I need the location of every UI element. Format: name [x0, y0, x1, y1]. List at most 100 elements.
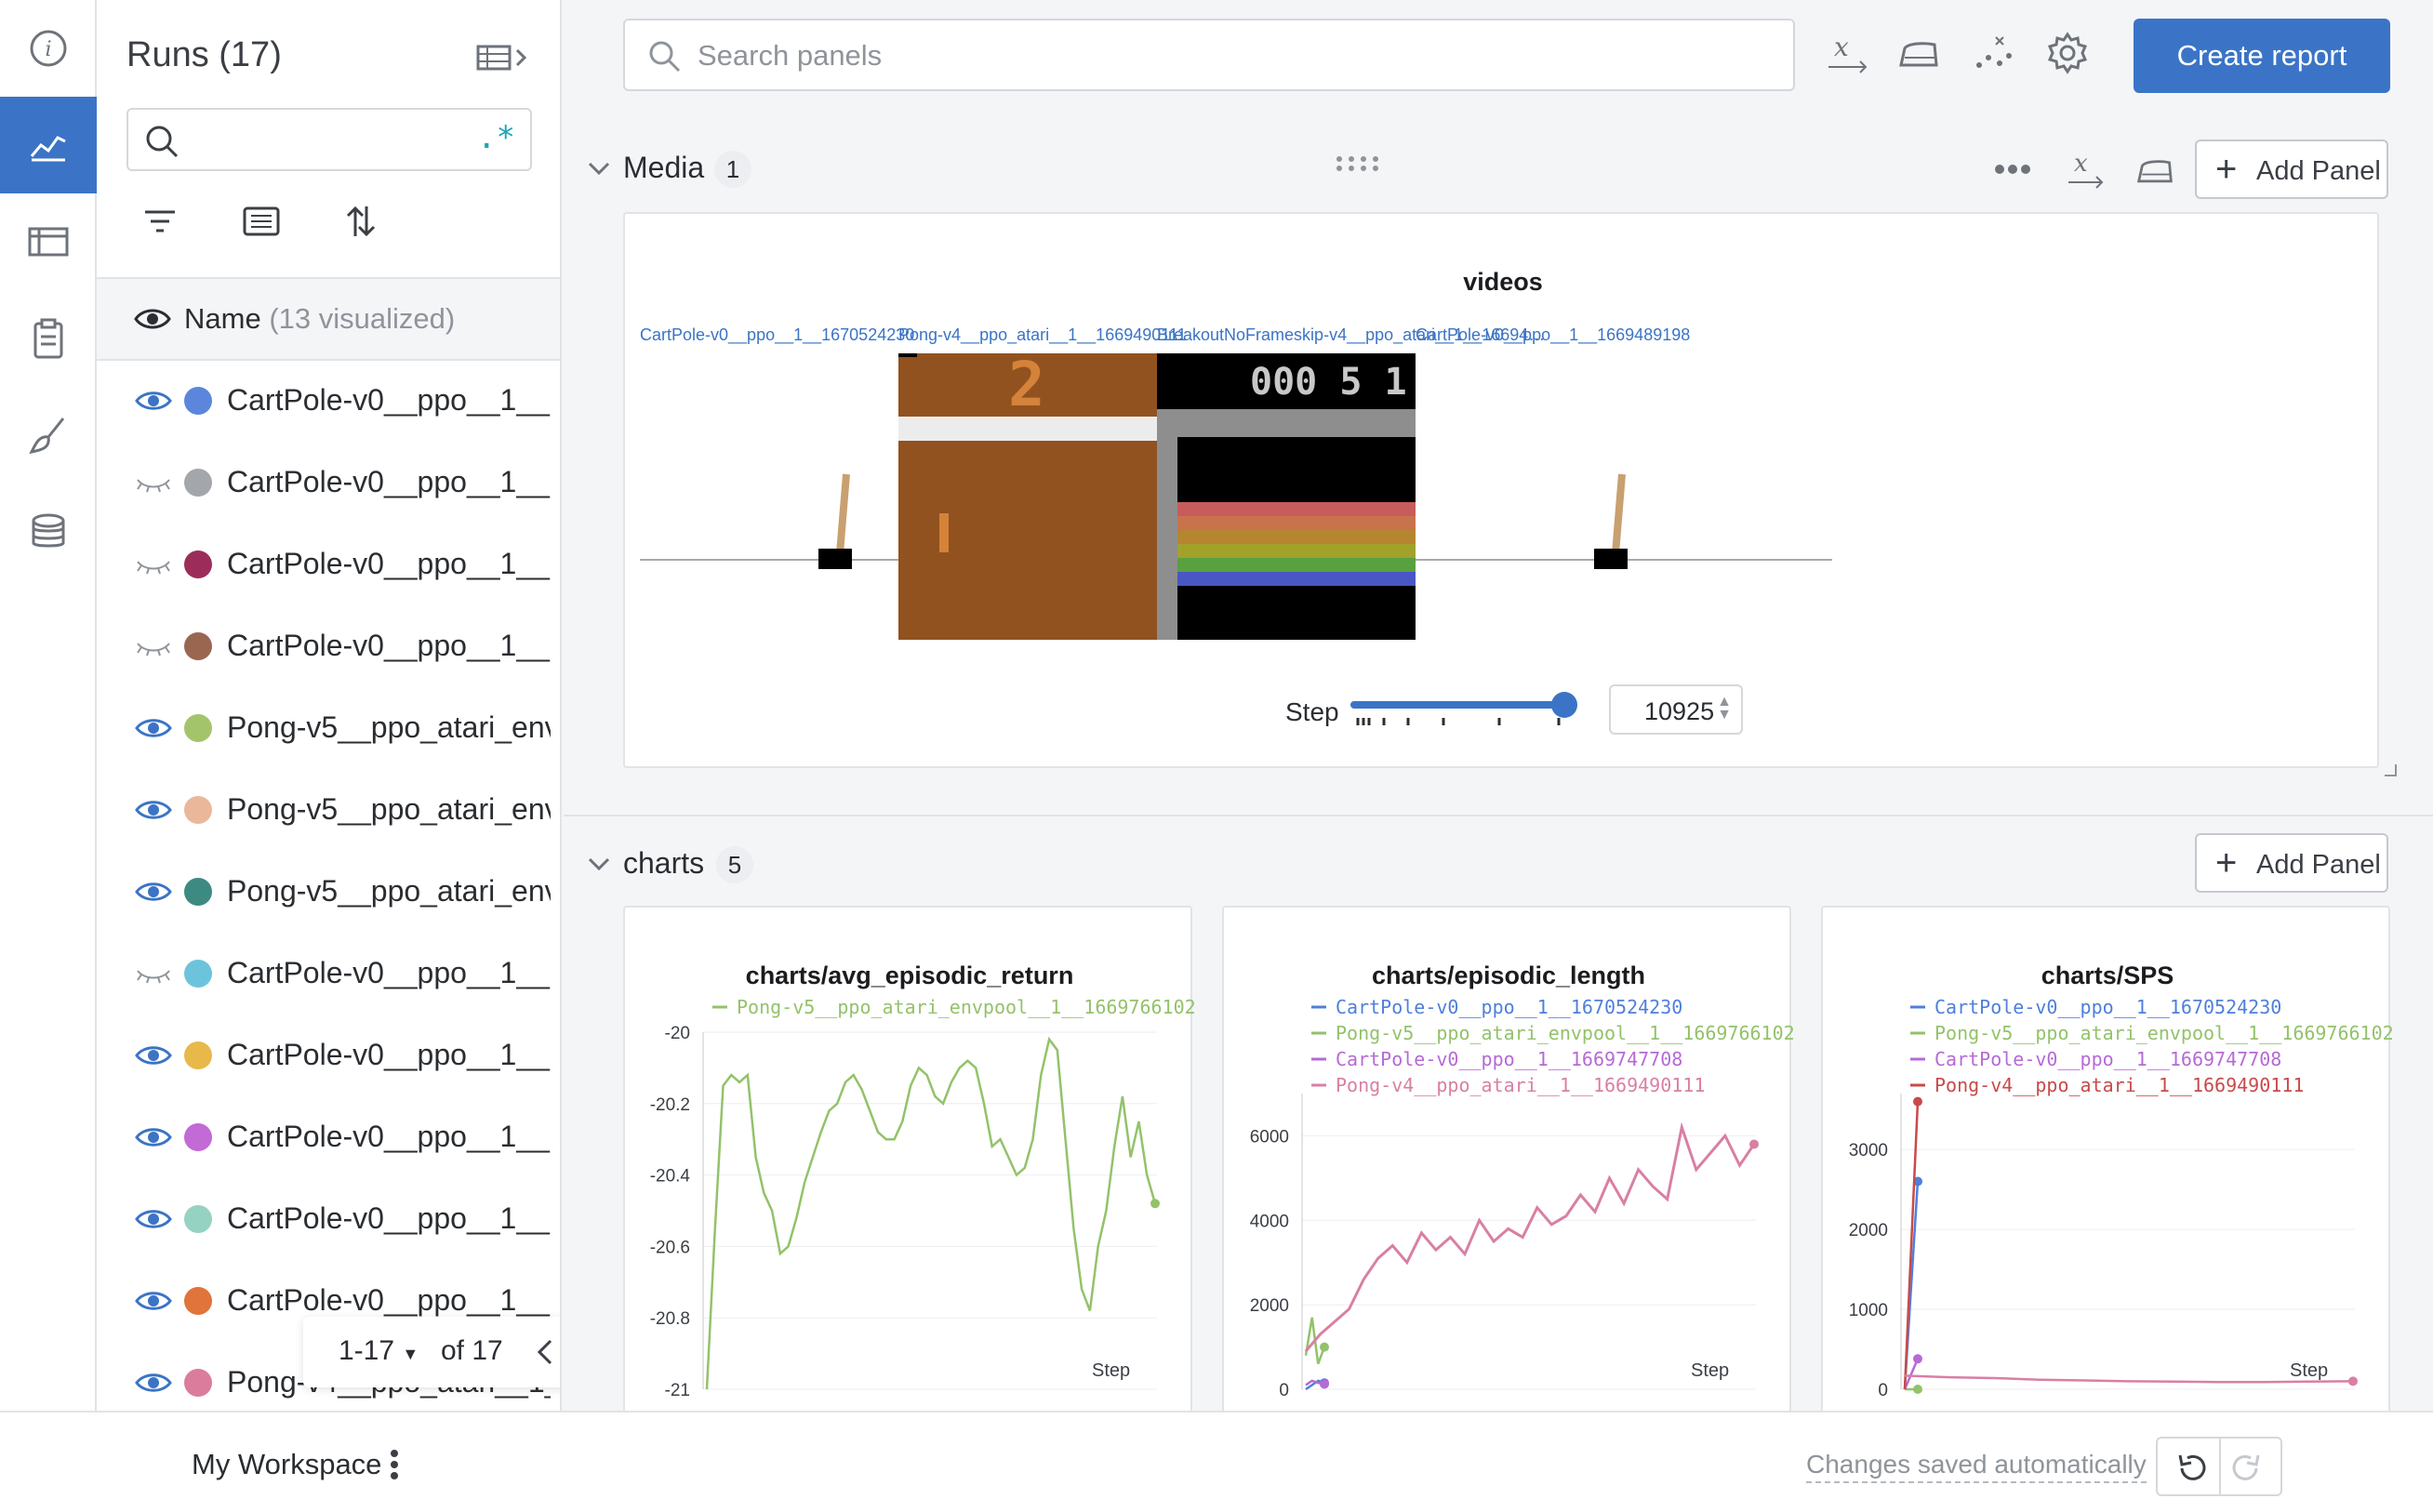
- eye-closed-icon[interactable]: [134, 550, 173, 578]
- eye-icon[interactable]: [134, 878, 173, 906]
- filter-button[interactable]: [141, 203, 179, 245]
- run-color-swatch[interactable]: [184, 1369, 212, 1397]
- chart-title: charts/episodic_length: [1372, 962, 1645, 989]
- outliers-button[interactable]: [1972, 32, 2014, 79]
- expand-runs-table-button[interactable]: [476, 39, 530, 81]
- run-color-swatch[interactable]: [184, 1123, 212, 1151]
- eye-icon[interactable]: [134, 1287, 173, 1315]
- charts-view-button[interactable]: [0, 97, 97, 193]
- run-color-swatch[interactable]: [184, 960, 212, 988]
- create-report-button[interactable]: Create report: [2134, 19, 2390, 93]
- chart-title: charts/SPS: [2041, 962, 2174, 989]
- resize-handle-icon[interactable]: [2381, 761, 2400, 779]
- run-color-swatch[interactable]: [184, 878, 212, 906]
- info-button[interactable]: i: [0, 0, 97, 97]
- run-color-swatch[interactable]: [184, 1205, 212, 1233]
- sweeps-button[interactable]: [0, 387, 97, 484]
- prev-page-icon[interactable]: [532, 1335, 560, 1369]
- search-panels-input[interactable]: [698, 37, 1758, 74]
- run-color-swatch[interactable]: [184, 1287, 212, 1315]
- stepper-arrows-icon[interactable]: ▲ ▼: [1717, 695, 1732, 723]
- x-axis-icon[interactable]: x: [2065, 149, 2107, 192]
- group-list-icon: [243, 206, 280, 236]
- add-panel-button[interactable]: + Add Panel: [2195, 139, 2388, 199]
- run-row[interactable]: Pong-v5__ppo_atari_env: [97, 688, 560, 770]
- videos-panel: videos CartPole-v0__ppo__1__1670524230 Po…: [623, 212, 2397, 776]
- run-color-swatch[interactable]: [184, 550, 212, 578]
- group-button[interactable]: [242, 203, 281, 245]
- section-title[interactable]: Media: [623, 151, 704, 185]
- run-color-swatch[interactable]: [184, 714, 212, 742]
- run-row[interactable]: CartPole-v0__ppo__1__1: [97, 524, 560, 606]
- eye-icon[interactable]: [134, 1205, 173, 1233]
- chart-panel[interactable]: charts/avg_episodic_return Pong-v5__ppo_a…: [623, 906, 1194, 1426]
- smoothing-button[interactable]: [1897, 32, 1940, 79]
- eye-icon[interactable]: [134, 1041, 173, 1069]
- y-tick-label: 2000: [1849, 1221, 1888, 1240]
- series-line: [1304, 1121, 1756, 1353]
- run-row[interactable]: CartPole-v0__ppo__1__1: [97, 361, 560, 443]
- page-range-select[interactable]: 1-17 ▼: [339, 1335, 419, 1367]
- run-row[interactable]: CartPole-v0__ppo__1__1: [97, 1097, 560, 1179]
- eye-icon[interactable]: [134, 796, 173, 824]
- eye-icon[interactable]: [134, 714, 173, 742]
- chevron-down-icon[interactable]: [586, 160, 612, 179]
- chart-panel[interactable]: charts/episodic_length CartPole-v0__ppo__…: [1222, 906, 1793, 1426]
- step-number-input[interactable]: 10925 ▲ ▼: [1609, 684, 1743, 735]
- run-row[interactable]: CartPole-v0__ppo__1__1: [97, 1179, 560, 1261]
- drag-handle-icon[interactable]: [1336, 154, 1384, 173]
- video-frame[interactable]: [1416, 353, 1832, 640]
- eye-closed-icon[interactable]: [134, 469, 173, 497]
- reports-button[interactable]: [0, 290, 97, 387]
- redo-icon[interactable]: [2228, 1450, 2266, 1487]
- y-tick-label: 1000: [1849, 1301, 1888, 1320]
- eye-icon[interactable]: [134, 305, 171, 333]
- run-color-swatch[interactable]: [184, 632, 212, 660]
- table-view-button[interactable]: [0, 193, 97, 290]
- runs-search-input[interactable]: .*: [126, 108, 532, 171]
- y-tick-label: 2000: [1250, 1296, 1289, 1316]
- video-run-label[interactable]: CartPole-v0__ppo__1__1669489198: [1416, 325, 1832, 345]
- run-row[interactable]: Pong-v5__ppo_atari_env: [97, 770, 560, 852]
- workspace-settings-button[interactable]: [2046, 32, 2089, 79]
- iron-icon[interactable]: [2135, 151, 2174, 190]
- filter-icon: [145, 210, 175, 232]
- eye-closed-icon[interactable]: [134, 632, 173, 660]
- eye-icon[interactable]: [134, 1123, 173, 1151]
- eye-icon[interactable]: [134, 1369, 173, 1397]
- run-row[interactable]: CartPole-v0__ppo__1__1: [97, 934, 560, 1015]
- run-row[interactable]: CartPole-v0__ppo__1__1: [97, 606, 560, 688]
- run-name: Pong-v5__ppo_atari_env: [227, 710, 551, 744]
- line-chart: charts/episodic_length CartPole-v0__ppo__…: [1250, 962, 1793, 1400]
- eye-closed-icon[interactable]: [134, 960, 173, 988]
- step-label: Step: [1285, 697, 1339, 726]
- run-row[interactable]: CartPole-v0__ppo__1__1: [97, 443, 560, 524]
- kebab-menu-icon[interactable]: [387, 1446, 402, 1483]
- chevron-down-icon[interactable]: [586, 855, 612, 874]
- undo-icon[interactable]: [2173, 1450, 2210, 1487]
- workspace-name[interactable]: My Workspace: [192, 1448, 381, 1481]
- run-color-swatch[interactable]: [184, 387, 212, 415]
- name-column-header[interactable]: Name (13 visualized): [184, 302, 455, 336]
- add-panel-button[interactable]: + Add Panel: [2195, 833, 2388, 893]
- x-axis-settings-button[interactable]: x: [1825, 32, 1871, 79]
- y-tick-label: -20: [665, 1024, 690, 1043]
- eye-icon[interactable]: [134, 387, 173, 415]
- artifacts-button[interactable]: [0, 484, 97, 580]
- run-color-swatch[interactable]: [184, 469, 212, 497]
- section-title[interactable]: charts: [623, 846, 704, 881]
- database-icon: [32, 513, 65, 548]
- more-options-icon[interactable]: [1994, 164, 2031, 175]
- sort-button[interactable]: [342, 203, 379, 245]
- chart-panel[interactable]: charts/SPS CartPole-v0__ppo__1__167052423…: [1821, 906, 2392, 1426]
- run-name: CartPole-v0__ppo__1__1: [227, 629, 551, 662]
- run-row[interactable]: CartPole-v0__ppo__1__1: [97, 1015, 560, 1097]
- y-tick-label: -20.8: [650, 1309, 690, 1329]
- step-slider[interactable]: [1347, 690, 1579, 727]
- run-color-swatch[interactable]: [184, 796, 212, 824]
- regex-toggle[interactable]: .*: [477, 119, 515, 156]
- line-chart-icon: [30, 136, 66, 162]
- run-row[interactable]: Pong-v5__ppo_atari_env: [97, 852, 560, 934]
- slider-knob[interactable]: [1551, 692, 1577, 718]
- run-color-swatch[interactable]: [184, 1041, 212, 1069]
